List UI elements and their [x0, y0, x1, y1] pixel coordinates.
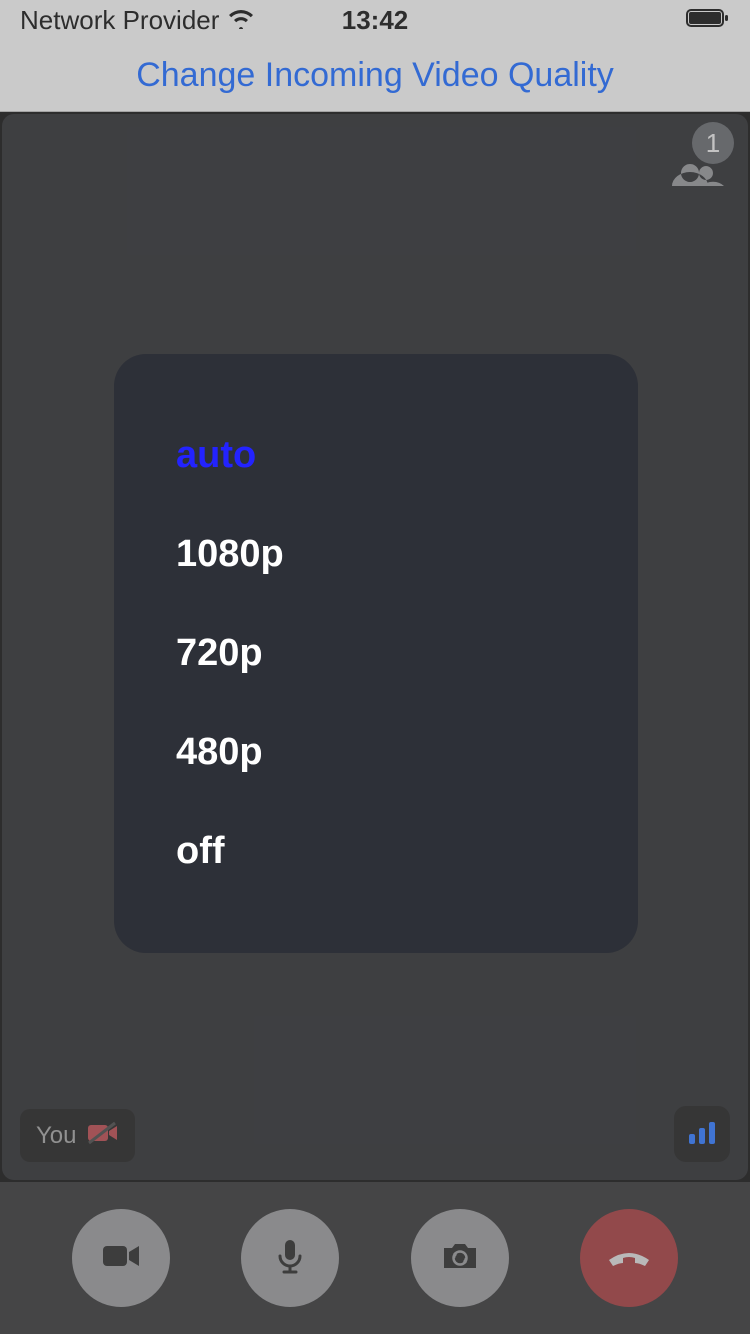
status-bar: Network Provider 13:42: [0, 0, 750, 40]
quality-option-off[interactable]: off: [114, 802, 638, 901]
participants-button[interactable]: 1: [668, 144, 724, 191]
wifi-icon: [227, 5, 255, 36]
switch-camera-icon: [438, 1236, 482, 1281]
signal-bars-icon: [687, 1120, 717, 1149]
status-time: 13:42: [342, 5, 409, 36]
participants-count-badge: 1: [692, 122, 734, 164]
video-quality-menu: auto 1080p 720p 480p off: [114, 354, 638, 953]
video-off-icon: [87, 1121, 119, 1150]
video-camera-icon: [99, 1236, 143, 1281]
quality-option-auto[interactable]: auto: [114, 406, 638, 505]
header-title[interactable]: Change Incoming Video Quality: [136, 56, 614, 95]
network-provider-label: Network Provider: [20, 5, 219, 36]
toggle-video-button[interactable]: [72, 1209, 170, 1307]
quality-option-720p[interactable]: 720p: [114, 604, 638, 703]
self-view-badge[interactable]: You: [20, 1109, 135, 1162]
microphone-icon: [268, 1236, 312, 1281]
quality-option-480p[interactable]: 480p: [114, 703, 638, 802]
hangup-button[interactable]: [580, 1209, 678, 1307]
call-controls-bar: [0, 1182, 750, 1334]
hangup-icon: [604, 1236, 654, 1281]
switch-camera-button[interactable]: [411, 1209, 509, 1307]
connection-quality-button[interactable]: [674, 1106, 730, 1162]
status-right: [686, 5, 730, 36]
header-bar: Change Incoming Video Quality: [0, 40, 750, 112]
status-left: Network Provider: [20, 5, 255, 36]
toggle-mic-button[interactable]: [241, 1209, 339, 1307]
quality-option-1080p[interactable]: 1080p: [114, 505, 638, 604]
battery-icon: [686, 5, 730, 36]
self-view-label: You: [36, 1122, 77, 1150]
